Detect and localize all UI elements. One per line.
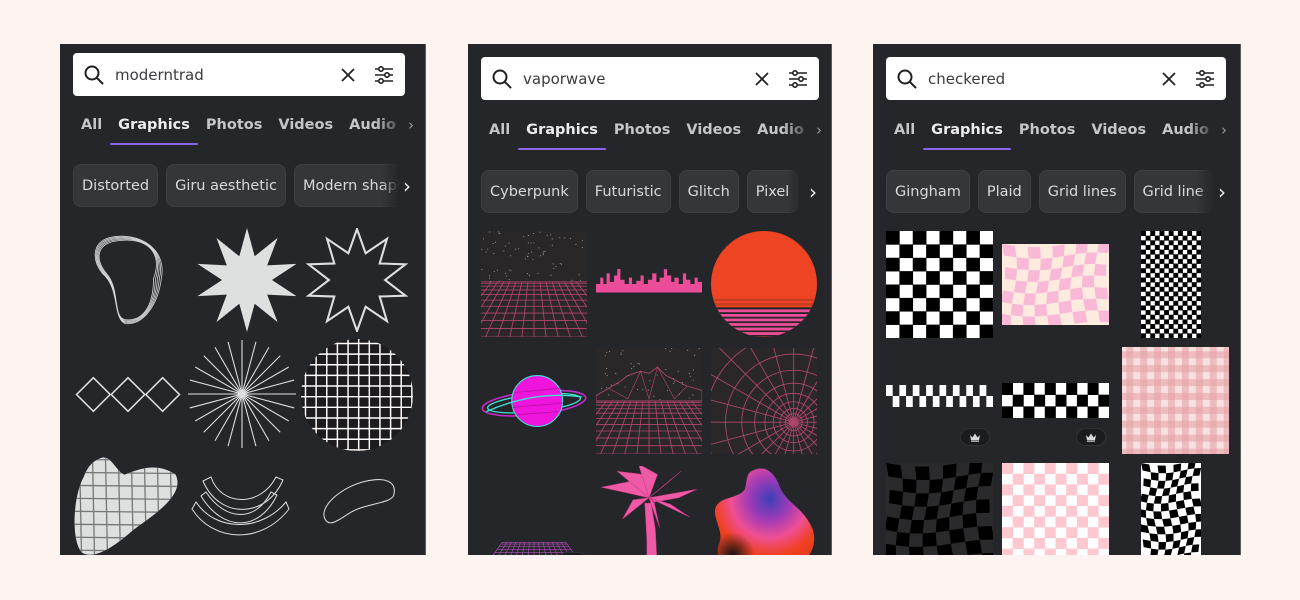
- suggestion-chip[interactable]: Futuristic: [585, 170, 671, 213]
- result-pink-white-checker[interactable]: [1002, 463, 1109, 555]
- premium-badge: [960, 428, 990, 446]
- result-warped-bw-checker-tall[interactable]: [1141, 463, 1201, 555]
- premium-badge: [558, 552, 588, 555]
- tab-graphics[interactable]: Graphics: [518, 122, 606, 150]
- suggestion-chip[interactable]: Plaid: [977, 170, 1031, 213]
- results-grid: [885, 231, 1230, 555]
- result-outline-star-burst[interactable]: [301, 228, 413, 332]
- result-pink-city-skyline[interactable]: [596, 231, 702, 337]
- close-icon[interactable]: [1160, 70, 1178, 88]
- chips-scroll-right-icon[interactable]: ›: [1196, 170, 1226, 213]
- suggestion-chip[interactable]: Glitch: [678, 170, 739, 213]
- suggestion-chip[interactable]: Grid lines: [1038, 170, 1126, 213]
- result-perspective-grid-floor[interactable]: [481, 466, 587, 555]
- close-icon[interactable]: [753, 70, 771, 88]
- result-filled-star-burst[interactable]: [191, 228, 303, 332]
- tab-audio[interactable]: Audio: [757, 122, 804, 138]
- result-line-starburst[interactable]: [188, 339, 296, 449]
- tab-graphics[interactable]: Graphics: [110, 117, 198, 145]
- chevron-right-icon[interactable]: ›: [408, 116, 414, 134]
- chips-scroll-right-icon[interactable]: ›: [381, 164, 411, 207]
- chevron-right-icon[interactable]: ›: [1221, 121, 1227, 139]
- search-panel-checkered: checkered All Graphics Photos Videos Audio › G…: [873, 44, 1241, 555]
- result-gradient-blob[interactable]: [711, 466, 817, 555]
- tab-all[interactable]: All: [894, 122, 915, 138]
- result-checker-band[interactable]: [1002, 383, 1109, 418]
- result-black-white-checkerboard[interactable]: [886, 231, 993, 338]
- search-icon: [83, 64, 105, 86]
- result-neon-ringed-planet[interactable]: [481, 348, 587, 454]
- filter-sliders-icon[interactable]: [1194, 68, 1216, 90]
- search-input[interactable]: vaporwave: [523, 70, 753, 88]
- result-retro-sunset[interactable]: [711, 231, 817, 337]
- result-wavy-pink-checker[interactable]: [1002, 244, 1109, 325]
- result-wireframe-tunnel[interactable]: [711, 348, 817, 454]
- premium-badge: [1076, 428, 1106, 446]
- tab-photos[interactable]: Photos: [206, 117, 262, 133]
- suggestion-chips: Cyberpunk Futuristic Glitch Pixel ›: [481, 170, 817, 213]
- result-checker-border-strip[interactable]: [886, 385, 993, 407]
- tab-photos[interactable]: Photos: [614, 122, 670, 138]
- result-wavy-outline-rings[interactable]: [81, 226, 179, 331]
- search-panel-vaporwave: vaporwave All Graphics Photos Videos Audio › C…: [468, 44, 832, 555]
- result-pink-palm-tree[interactable]: [596, 466, 702, 555]
- results-grid: [480, 231, 825, 555]
- result-outline-arches[interactable]: [185, 457, 297, 555]
- crown-icon: [1085, 432, 1097, 442]
- search-input[interactable]: moderntrad: [115, 66, 339, 84]
- chevron-right-icon[interactable]: ›: [816, 121, 822, 139]
- tab-videos[interactable]: Videos: [278, 117, 333, 133]
- result-starry-grid-horizon[interactable]: [481, 231, 587, 337]
- crown-icon: [969, 432, 981, 442]
- search-bar[interactable]: moderntrad: [73, 53, 405, 96]
- result-grid-circle[interactable]: [301, 339, 413, 451]
- search-bar[interactable]: checkered: [886, 57, 1226, 100]
- content-type-tabs: All Graphics Photos Videos Audio ›: [489, 119, 822, 150]
- search-panel-moderntrad: moderntrad All Graphics Photos Videos Audio ›…: [60, 44, 426, 555]
- result-small-checker-tall[interactable]: [1141, 231, 1201, 338]
- tab-audio[interactable]: Audio: [349, 117, 396, 133]
- tab-photos[interactable]: Photos: [1019, 122, 1075, 138]
- result-outline-diamond-chain[interactable]: [73, 342, 183, 447]
- result-pink-gingham[interactable]: [1122, 347, 1229, 454]
- tab-all[interactable]: All: [489, 122, 510, 138]
- suggestion-chip[interactable]: Cyberpunk: [481, 170, 578, 213]
- content-type-tabs: All Graphics Photos Videos Audio ›: [81, 114, 414, 145]
- result-wireframe-mountains[interactable]: [596, 348, 702, 454]
- filter-sliders-icon[interactable]: [373, 64, 395, 86]
- search-input[interactable]: checkered: [928, 70, 1160, 88]
- chips-scroll-right-icon[interactable]: ›: [787, 170, 817, 213]
- tab-videos[interactable]: Videos: [686, 122, 741, 138]
- filter-sliders-icon[interactable]: [787, 68, 809, 90]
- content-type-tabs: All Graphics Photos Videos Audio ›: [894, 119, 1227, 150]
- suggestion-chip[interactable]: Giru aesthetic: [166, 164, 286, 207]
- results-grid: [73, 224, 418, 555]
- suggestion-chips: Gingham Plaid Grid lines Grid line ›: [886, 170, 1226, 213]
- suggestion-chip[interactable]: Gingham: [886, 170, 970, 213]
- result-warped-dark-checker[interactable]: [886, 463, 993, 555]
- close-icon[interactable]: [339, 66, 357, 84]
- tab-graphics[interactable]: Graphics: [923, 122, 1011, 150]
- tab-audio[interactable]: Audio: [1162, 122, 1209, 138]
- result-grid-blob[interactable]: [73, 452, 181, 555]
- result-outline-bean-shape[interactable]: [301, 459, 413, 539]
- suggestion-chip[interactable]: Distorted: [73, 164, 159, 207]
- search-icon: [896, 68, 918, 90]
- search-icon: [491, 68, 513, 90]
- tab-all[interactable]: All: [81, 117, 102, 133]
- suggestion-chips: Distorted Giru aesthetic Modern shape ›: [73, 164, 411, 207]
- tab-videos[interactable]: Videos: [1091, 122, 1146, 138]
- search-bar[interactable]: vaporwave: [481, 57, 819, 100]
